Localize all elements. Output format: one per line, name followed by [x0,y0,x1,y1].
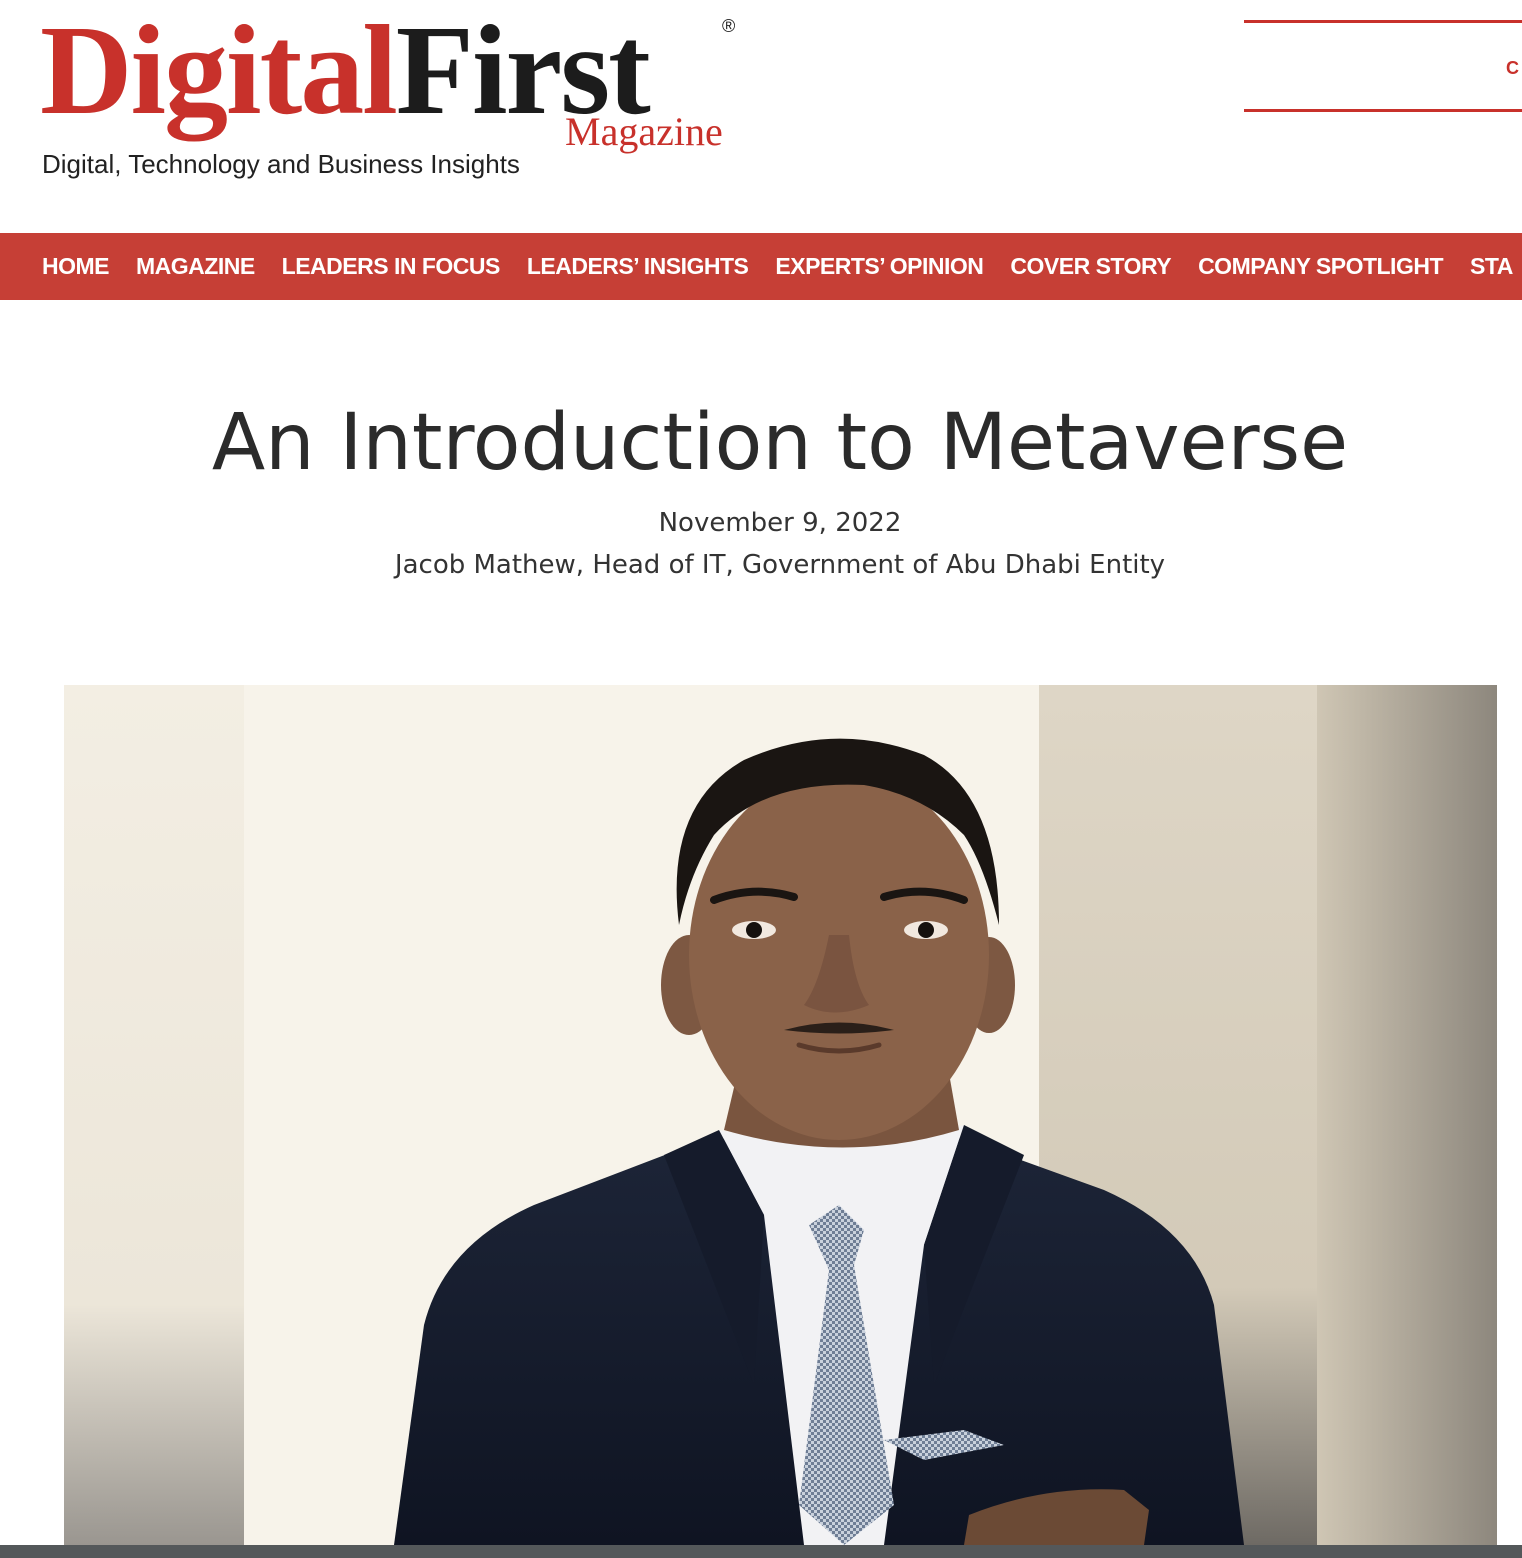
nav-list: HOME MAGAZINE LEADERS IN FOCUS LEADERS’ … [0,233,1522,300]
logo-tagline: Digital, Technology and Business Insight… [42,149,520,179]
logo-magazine-label: Magazine [565,109,723,154]
left-wall-panel [64,685,244,1545]
header-widget[interactable]: C [1244,20,1522,113]
widget-rule-top [1244,20,1522,23]
hero-photo [64,685,1497,1545]
logo-wordmark: DigitalFirst [40,6,651,134]
nav-item-experts-opinion[interactable]: EXPERTS’ OPINION [775,253,984,280]
nav-item-cover-story[interactable]: COVER STORY [1010,253,1171,280]
bottom-bar [0,1545,1522,1558]
widget-rule-bottom [1244,109,1522,112]
portrait-illustration [64,685,1497,1545]
site-logo[interactable]: DigitalFirst ® Magazine Digital, Technol… [40,6,760,196]
article-author: Jacob Mathew, Head of IT, Government of … [394,550,1166,580]
site-header: DigitalFirst ® Magazine Digital, Technol… [0,0,1522,233]
nav-item-leaders-insights[interactable]: LEADERS’ INSIGHTS [527,253,749,280]
nav-item-truncated[interactable]: STA [1470,253,1513,280]
main-nav: HOME MAGAZINE LEADERS IN FOCUS LEADERS’ … [0,233,1522,300]
registered-mark: ® [722,16,736,36]
article-title: An Introduction to Metaverse [211,398,1349,488]
nav-item-home[interactable]: HOME [42,253,110,280]
far-right-panel [1317,685,1497,1545]
page: DigitalFirst ® Magazine Digital, Technol… [0,0,1522,1558]
logo-word-digital: Digital [40,0,398,141]
article-date: November 9, 2022 [658,508,902,538]
nav-item-magazine[interactable]: MAGAZINE [136,253,255,280]
nav-item-leaders-in-focus[interactable]: LEADERS IN FOCUS [282,253,501,280]
nav-item-company-spotlight[interactable]: COMPANY SPOTLIGHT [1198,253,1443,280]
widget-text: C [1506,58,1519,78]
